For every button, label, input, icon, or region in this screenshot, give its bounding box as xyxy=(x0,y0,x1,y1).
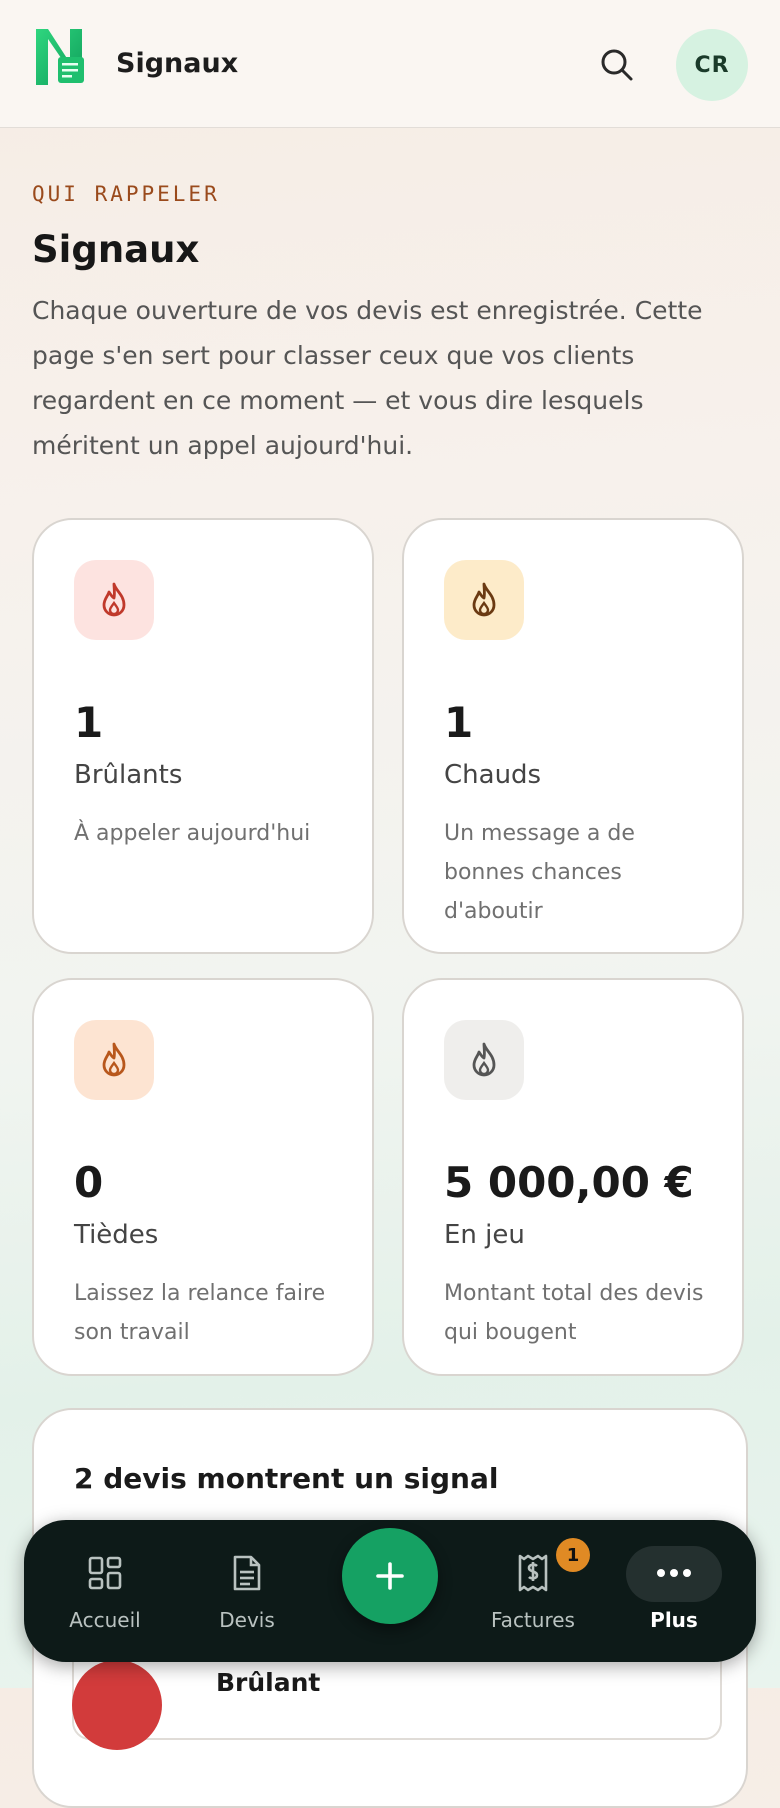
more-icon xyxy=(655,1554,693,1592)
heat-badge xyxy=(72,1660,162,1750)
nav-label: Devis xyxy=(219,1608,275,1632)
flame-icon xyxy=(444,560,524,640)
stat-label: En jeu xyxy=(444,1220,525,1250)
stat-label: Brûlants xyxy=(74,760,183,790)
nav-item-plus[interactable]: Plus xyxy=(609,1520,739,1662)
document-icon xyxy=(228,1554,266,1592)
stat-description: Un message a de bonnes chances d'aboutir xyxy=(444,821,635,924)
search-icon xyxy=(601,49,633,81)
nav-label: Accueil xyxy=(69,1608,141,1632)
stat-card-hot[interactable]: 1 Brûlants À appeler aujourd'hui xyxy=(32,518,374,954)
signal-row-label: Brûlant xyxy=(216,1668,321,1697)
stat-value: 1 xyxy=(444,698,474,747)
app-title: Signaux xyxy=(116,48,239,79)
stat-card-warm[interactable]: 1 Chauds Un message a de bonnes chances … xyxy=(402,518,744,954)
stat-value: 1 xyxy=(74,698,104,747)
page-title: Signaux xyxy=(32,228,200,271)
nav-label: Plus xyxy=(650,1608,698,1632)
signals-title: 2 devis montrent un signal xyxy=(74,1462,499,1495)
stat-description: Montant total des devis qui bougent xyxy=(444,1281,704,1345)
flame-icon xyxy=(74,560,154,640)
top-bar: Signaux CR xyxy=(0,0,780,128)
nav-label: Factures xyxy=(491,1608,575,1632)
bottom-nav: Accueil Devis Factures 1 Plus xyxy=(24,1520,756,1662)
stat-card-lukewarm[interactable]: 0 Tièdes Laissez la relance faire son tr… xyxy=(32,978,374,1376)
nav-item-accueil[interactable]: Accueil xyxy=(40,1520,170,1662)
stat-label: Tièdes xyxy=(74,1220,159,1250)
stat-description: Laissez la relance faire son travail xyxy=(74,1281,326,1345)
avatar[interactable]: CR xyxy=(676,29,748,101)
receipt-icon xyxy=(514,1554,552,1592)
search-button[interactable] xyxy=(592,40,642,90)
app-logo[interactable] xyxy=(34,27,88,89)
notification-badge: 1 xyxy=(556,1538,590,1572)
stat-value: 5 000,00 € xyxy=(444,1158,694,1207)
stat-card-at-stake[interactable]: 5 000,00 € En jeu Montant total des devi… xyxy=(402,978,744,1376)
grid-icon xyxy=(86,1554,124,1592)
create-button[interactable] xyxy=(342,1528,438,1624)
plus-icon xyxy=(376,1562,404,1590)
intro-text: Chaque ouverture de vos devis est enregi… xyxy=(32,296,703,460)
flame-icon xyxy=(74,1020,154,1100)
eyebrow-label: QUI RAPPELER xyxy=(32,182,220,206)
flame-icon xyxy=(444,1020,524,1100)
stat-label: Chauds xyxy=(444,760,542,790)
stat-value: 0 xyxy=(74,1158,104,1207)
stat-description: À appeler aujourd'hui xyxy=(74,821,311,846)
nav-item-devis[interactable]: Devis xyxy=(182,1520,312,1662)
